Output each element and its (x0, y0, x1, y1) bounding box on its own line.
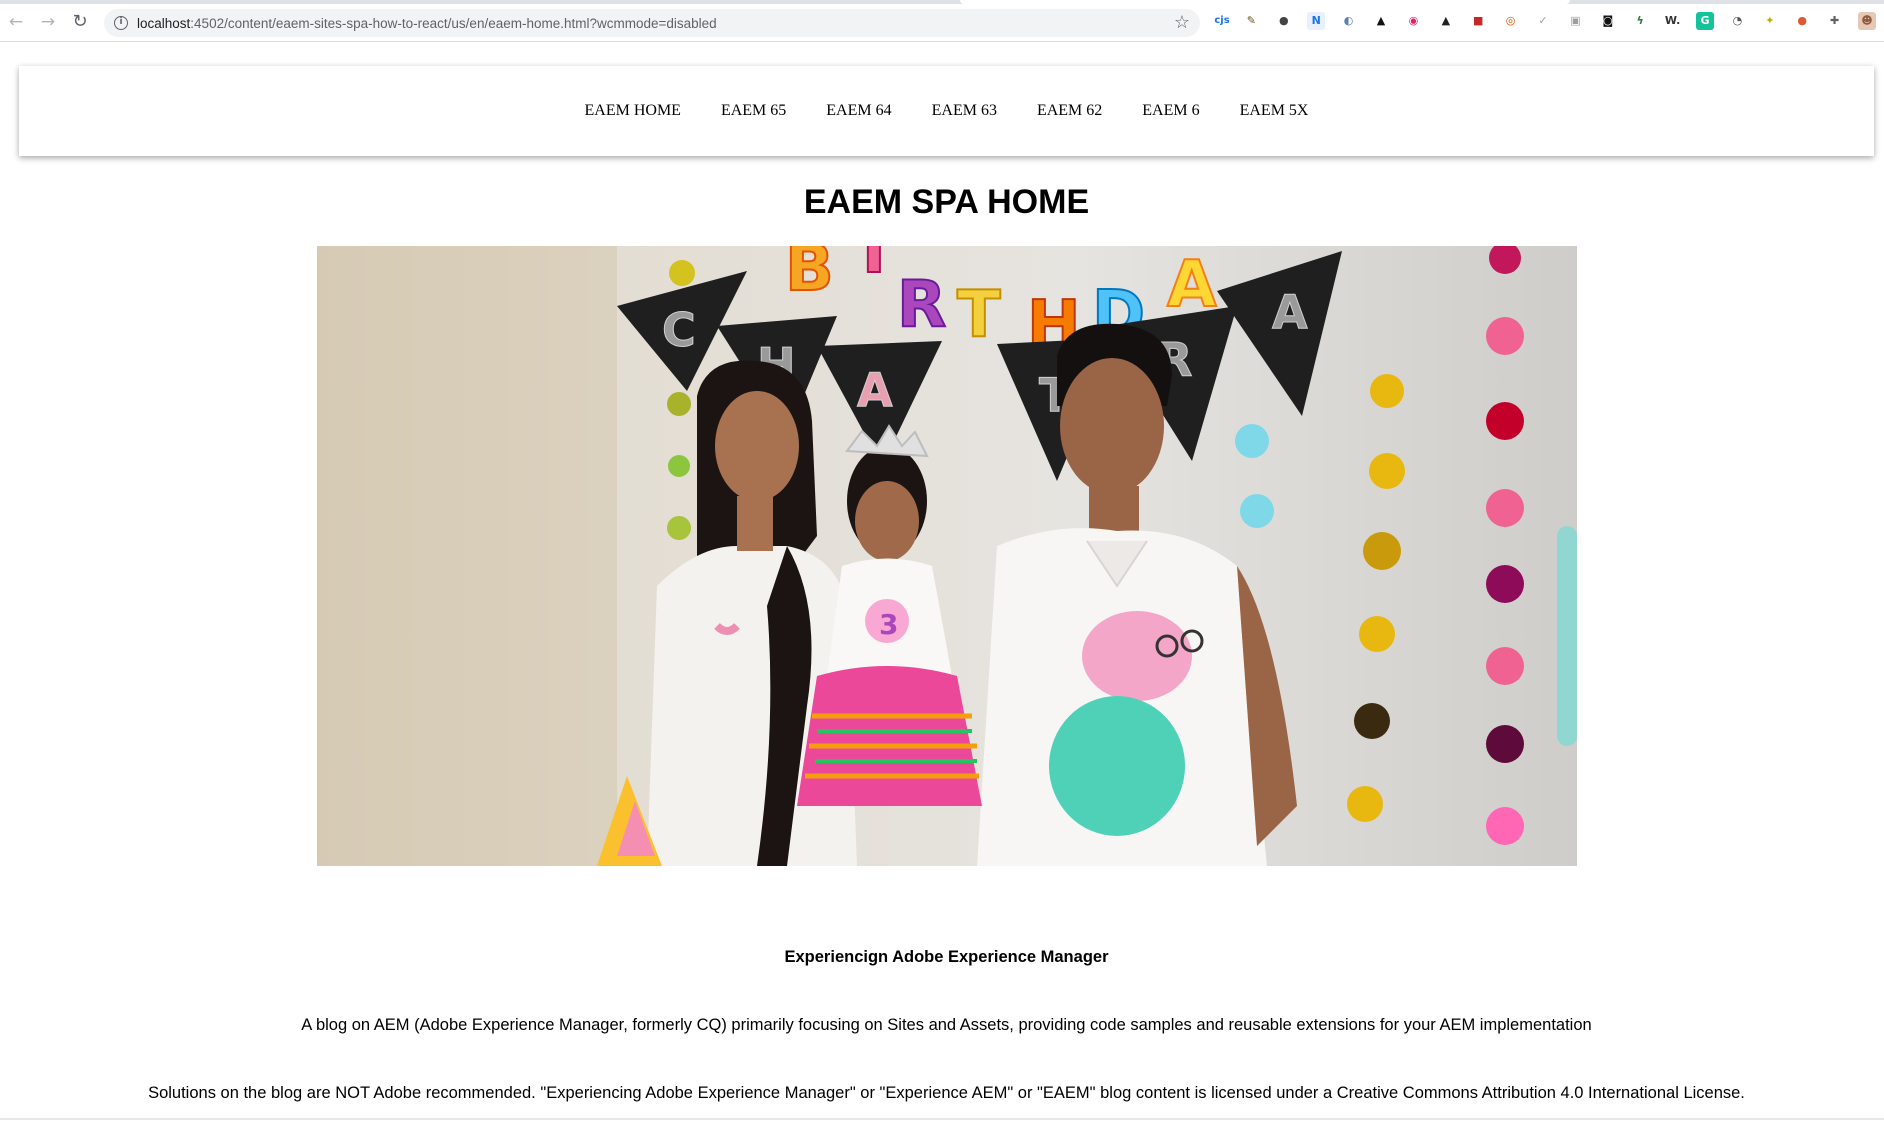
banner-letter: I (862, 246, 886, 288)
sparkle-extension-icon[interactable]: ✦ (1761, 12, 1779, 30)
duck-extension-icon[interactable]: ● (1793, 12, 1811, 30)
nav-item-eaem-65[interactable]: EAEM 65 (721, 102, 786, 120)
puzzle-extensions-icon[interactable]: ✚ (1826, 12, 1844, 30)
n-extension-icon[interactable]: N (1307, 12, 1326, 30)
address-bar[interactable]: i localhost:4502/content/eaem-sites-spa-… (104, 9, 1200, 37)
family-birthday-photo: B I R T H D A C H A T R A (317, 246, 1577, 866)
drive-extension-icon[interactable]: ▲ (1437, 12, 1455, 30)
search-extension-icon[interactable]: ◔ (1728, 12, 1746, 30)
nav-item-eaem-64[interactable]: EAEM 64 (826, 102, 891, 120)
svg-text:3: 3 (879, 608, 898, 641)
banner-letter: B (785, 246, 834, 306)
url-text[interactable]: localhost:4502/content/eaem-sites-spa-ho… (137, 16, 717, 31)
nav-item-eaem-63[interactable]: EAEM 63 (932, 102, 997, 120)
star-icon[interactable]: ☆ (1174, 12, 1190, 33)
flag-letter: C (662, 303, 696, 357)
box-extension-icon[interactable]: ▣ (1566, 12, 1584, 30)
license-text: Solutions on the blog are NOT Adobe reco… (148, 1084, 1745, 1102)
flag-letter: A (857, 363, 893, 417)
nav-item-eaem-home[interactable]: EAEM HOME (585, 102, 681, 120)
browser-toolbar: ← → ↻ i localhost:4502/content/eaem-site… (0, 0, 1884, 42)
check-extension-icon[interactable]: ✓ (1534, 12, 1552, 30)
nav-item-eaem-5x[interactable]: EAEM 5X (1240, 102, 1309, 120)
grammarly-extension-icon[interactable]: G (1696, 12, 1714, 30)
hero-image: B I R T H D A C H A T R A (317, 246, 1577, 866)
hat-extension-icon[interactable]: ▲ (1372, 12, 1390, 30)
divider (0, 1118, 1884, 1120)
info-icon[interactable]: i (114, 16, 128, 30)
record-extension-icon[interactable]: ◉ (1404, 12, 1422, 30)
active-tab[interactable] (960, 0, 1570, 4)
flag-letter: A (1272, 285, 1308, 339)
dark-box-extension-icon[interactable]: ◙ (1599, 12, 1617, 30)
forward-arrow-icon[interactable]: → (37, 11, 59, 33)
ring-extension-icon[interactable]: ◎ (1502, 12, 1520, 30)
site-navigation: EAEM HOME EAEM 65 EAEM 64 EAEM 63 EAEM 6… (19, 66, 1874, 156)
page-title: EAEM SPA HOME (803, 183, 1090, 221)
banner-letter: R (897, 268, 946, 342)
blog-description: A blog on AEM (Adobe Experience Manager,… (301, 1016, 1592, 1034)
nav-item-eaem-62[interactable]: EAEM 62 (1037, 102, 1102, 120)
back-arrow-icon[interactable]: ← (5, 11, 27, 33)
reload-icon[interactable]: ↻ (69, 11, 91, 33)
pen-extension-icon[interactable]: ✎ (1242, 12, 1260, 30)
url-host: localhost (137, 16, 191, 31)
blog-heading: Experiencign Adobe Experience Manager (784, 948, 1109, 966)
w-extension-icon[interactable]: W. (1664, 12, 1682, 30)
compass-extension-icon[interactable]: ◐ (1340, 12, 1358, 30)
cjs-extension-icon[interactable]: cjs (1210, 12, 1234, 30)
nav-item-eaem-6[interactable]: EAEM 6 (1142, 102, 1199, 120)
url-path: :4502/content/eaem-sites-spa-how-to-reac… (190, 16, 717, 31)
red-square-extension-icon[interactable]: ■ (1469, 12, 1487, 30)
leaf-extension-icon[interactable]: ϟ (1631, 12, 1649, 30)
tab-strip (0, 0, 1884, 4)
banner-letter: T (957, 278, 1001, 352)
profile-avatar-icon[interactable]: ☻ (1858, 12, 1876, 30)
circle-extension-icon[interactable]: ● (1275, 12, 1293, 30)
